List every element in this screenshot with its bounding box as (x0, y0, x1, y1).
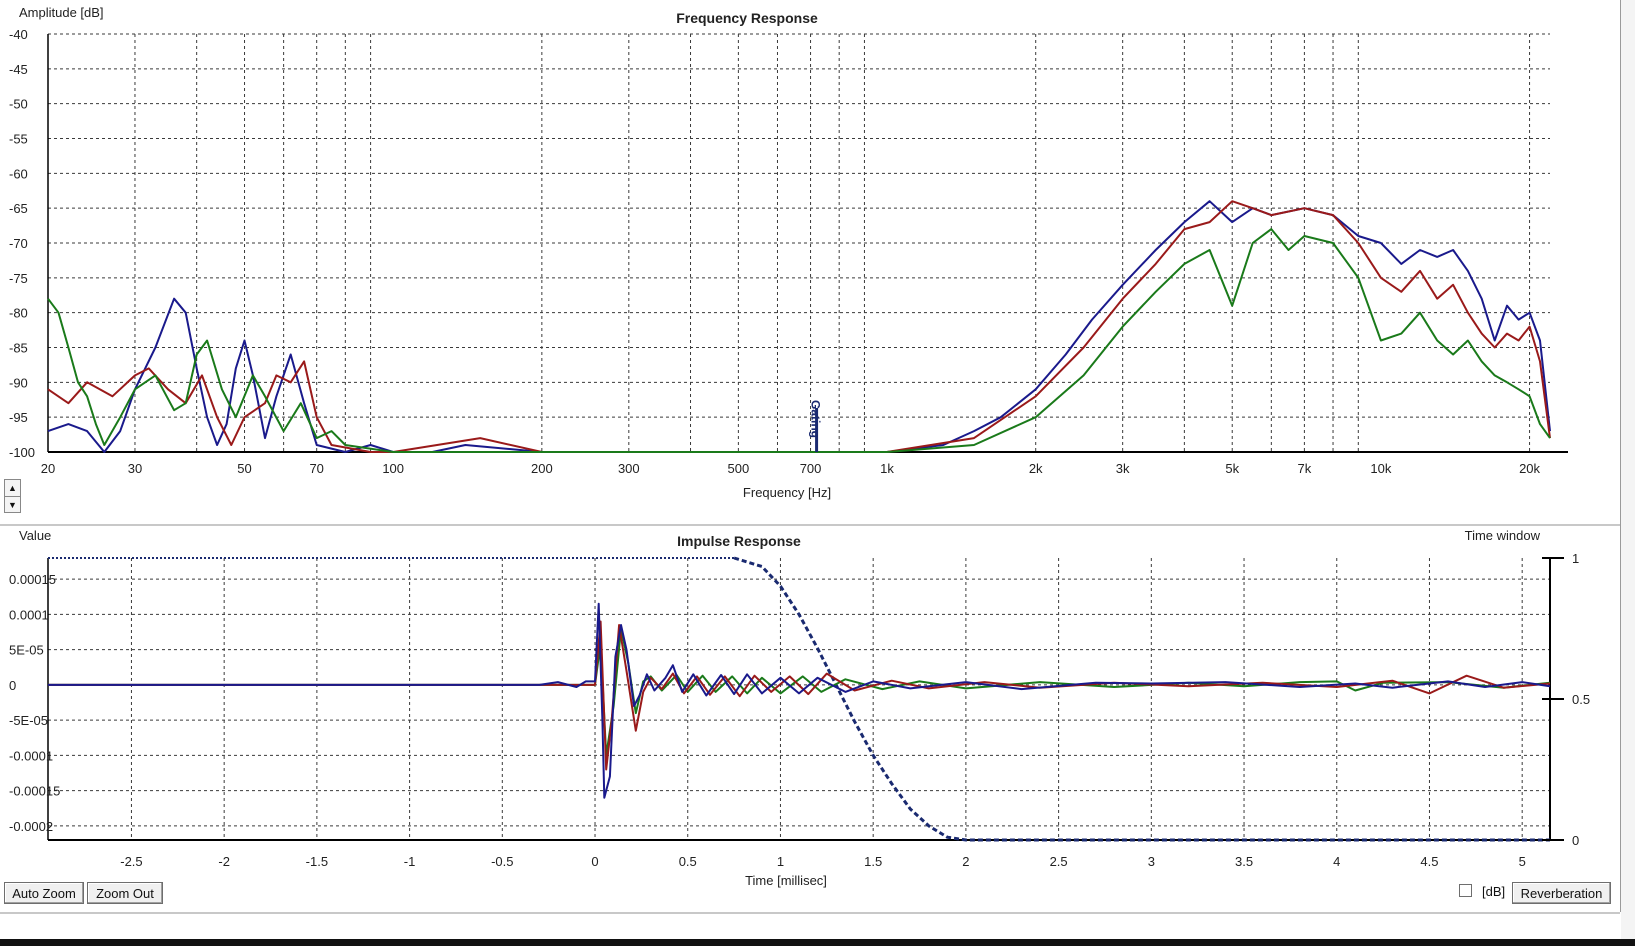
frequency-y-tick-labels: -40 -45 -50 -55 -60 -65 -70 -75 -80 -85 -90 -95 -100 (9, 27, 35, 460)
frequency-y-tick-label: -95 (9, 410, 28, 425)
impulse-x-tick-label: 4 (1333, 854, 1340, 869)
auto-zoom-button[interactable]: Auto Zoom (4, 882, 84, 904)
frequency-x-tick-label: 1k (880, 461, 894, 476)
impulse-x-tick-label: -1.5 (306, 854, 328, 869)
frequency-x-tick-label: 700 (800, 461, 822, 476)
impulse-y-tick-label: 0 (9, 678, 16, 693)
frequency-x-tick-label: 20k (1519, 461, 1540, 476)
impulse-x-tick-label: 0.5 (679, 854, 697, 869)
time-window-axis-label: Time window (1465, 528, 1541, 543)
reverberation-button[interactable]: Reverberation (1512, 882, 1611, 904)
frequency-y-axis-label: Amplitude [dB] (19, 5, 104, 20)
impulse-x-tick-label: -2.5 (120, 854, 142, 869)
impulse-y-tick-label: -0.00015 (9, 784, 60, 799)
impulse-y-tick-label: -0.0001 (9, 748, 53, 763)
time-window-tick-label: 0.5 (1572, 692, 1590, 707)
impulse-y-tick-label: -0.0002 (9, 819, 53, 834)
frequency-y-tick-label: -40 (9, 27, 28, 42)
frequency-x-tick-label: 5k (1225, 461, 1239, 476)
frequency-y-tick-label: -80 (9, 306, 28, 321)
impulse-x-tick-label: 4.5 (1420, 854, 1438, 869)
impulse-series-3 (48, 627, 1551, 757)
impulse-response-chart[interactable]: -2.5 -2 -1.5 -1 -0.5 0 0.5 1 1.5 2 2.5 3 3.5 4 4.5 5 0.… (0, 526, 1620, 912)
impulse-y-tick-label: 0.00015 (9, 572, 56, 587)
frequency-y-tick-label: -75 (9, 271, 28, 286)
frequency-x-tick-label: 500 (728, 461, 750, 476)
impulse-x-tick-label: -2 (218, 854, 230, 869)
frequency-y-tick-label: -45 (9, 62, 28, 77)
impulse-x-tick-label: 3.5 (1235, 854, 1253, 869)
impulse-y-tick-labels: 0.00015 0.0001 5E-05 0 -5E-05 -0.0001 -0.00015… (9, 572, 60, 834)
zoom-out-button[interactable]: Zoom Out (87, 882, 163, 904)
frequency-grid (47, 33, 1568, 453)
frequency-x-tick-label: 100 (382, 461, 404, 476)
y-scale-spinner[interactable]: ▲ ▼ (4, 479, 21, 513)
frequency-y-tick-label: -65 (9, 201, 28, 216)
spin-up-icon[interactable]: ▲ (5, 480, 20, 496)
impulse-series-1 (48, 602, 1551, 799)
impulse-x-axis-label: Time [millisec] (745, 873, 827, 888)
impulse-x-tick-labels: -2.5 -2 -1.5 -1 -0.5 0 0.5 1 1.5 2 2.5 3 3.5 4 4.5 5 (120, 854, 1526, 869)
frequency-y-tick-label: -50 (9, 97, 28, 112)
impulse-y-axis-label: Value (19, 528, 51, 543)
frequency-x-tick-label: 7k (1298, 461, 1312, 476)
frequency-x-axis-label: Frequency [Hz] (743, 485, 831, 500)
window-edge-strip (1621, 0, 1635, 939)
impulse-x-tick-label: 0 (591, 854, 598, 869)
time-window-curve (48, 556, 1550, 842)
frequency-series-group (47, 200, 1551, 453)
db-checkbox[interactable] (1459, 884, 1472, 897)
impulse-grid (47, 558, 1551, 841)
impulse-x-tick-label: 3 (1148, 854, 1155, 869)
frequency-x-tick-label: 30 (128, 461, 142, 476)
frequency-x-tick-label: 2k (1029, 461, 1043, 476)
frequency-series-1 (47, 200, 1551, 453)
frequency-x-tick-label: 20 (41, 461, 55, 476)
impulse-chart-title: Impulse Response (677, 533, 801, 549)
gating-marker-label: Gating (809, 400, 823, 438)
frequency-y-tick-label: -60 (9, 166, 28, 181)
time-window-taper (733, 556, 1550, 842)
impulse-series-2 (48, 620, 1551, 771)
frequency-x-tick-label: 3k (1116, 461, 1130, 476)
frequency-x-tick-label: 10k (1370, 461, 1391, 476)
impulse-x-tick-label: 2 (962, 854, 969, 869)
frequency-y-tick-label: -90 (9, 375, 28, 390)
impulse-x-tick-label: 2.5 (1050, 854, 1068, 869)
impulse-x-tick-label: -1 (404, 854, 416, 869)
spin-down-icon[interactable]: ▼ (5, 496, 20, 513)
impulse-x-tick-label: 1.5 (864, 854, 882, 869)
frequency-response-chart[interactable]: Gating 20 30 50 70 100 200 300 500 700 1k 2k 3k 5k 7k… (0, 0, 1620, 524)
time-window-tick-label: 0 (1572, 833, 1579, 848)
frequency-x-tick-label: 70 (309, 461, 323, 476)
impulse-y-tick-label: 0.0001 (9, 607, 49, 622)
impulse-y-tick-label: 5E-05 (9, 643, 44, 658)
impulse-x-tick-label: 1 (777, 854, 784, 869)
impulse-x-tick-label: -0.5 (491, 854, 513, 869)
frequency-y-tick-label: -85 (9, 341, 28, 356)
frequency-series-3 (47, 228, 1551, 453)
frequency-series-2 (47, 200, 1551, 453)
impulse-x-tick-label: 5 (1519, 854, 1526, 869)
taskbar-edge (0, 939, 1635, 946)
status-divider (0, 912, 1620, 914)
time-window-tick-label: 1 (1572, 551, 1579, 566)
impulse-y-tick-label: -5E-05 (9, 713, 48, 728)
frequency-y-tick-label: -100 (9, 445, 35, 460)
frequency-x-tick-label: 50 (237, 461, 251, 476)
frequency-x-tick-label: 300 (618, 461, 640, 476)
frequency-x-tick-labels: 20 30 50 70 100 200 300 500 700 1k 2k 3k 5k 7k 10k 20k (41, 461, 1541, 476)
db-checkbox-label: [dB] (1482, 884, 1506, 899)
frequency-y-tick-label: -70 (9, 236, 28, 251)
frequency-x-tick-label: 200 (531, 461, 553, 476)
frequency-y-tick-label: -55 (9, 132, 28, 147)
frequency-chart-title: Frequency Response (676, 10, 818, 26)
impulse-series-group (48, 602, 1551, 799)
